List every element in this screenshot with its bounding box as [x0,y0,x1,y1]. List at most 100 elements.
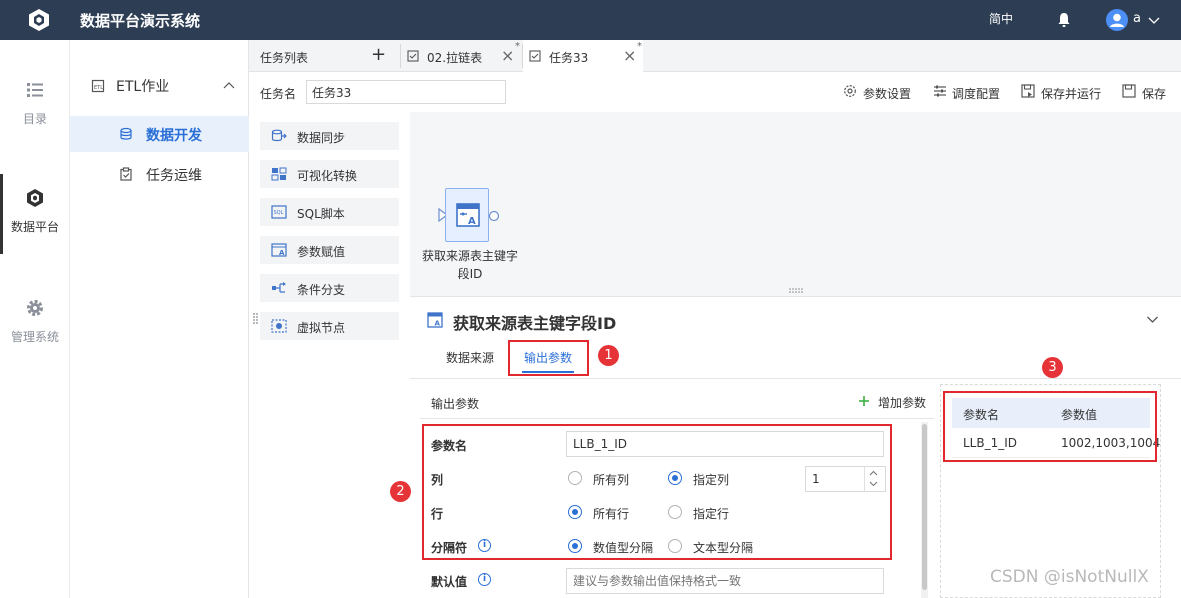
info-icon[interactable]: i [478,539,491,552]
info-icon[interactable]: i [478,573,491,586]
svg-text:SQL: SQL [274,210,284,216]
palette-label: 虚拟节点 [297,321,346,335]
svg-text:A: A [468,216,476,227]
radio-label: 文本型分隔 [693,541,754,555]
save-run-icon [1021,84,1035,98]
tab-data-source[interactable]: 数据来源 [446,349,494,366]
palette-data-sync[interactable]: 数据同步 [260,122,399,150]
column-number-stepper[interactable]: 1 [805,466,886,492]
sliders-icon [934,85,946,97]
default-value-label: 默认值 [431,575,468,589]
resize-handle-icon[interactable] [252,312,258,326]
sub-group-etl[interactable]: ETL ETL作业 [70,72,249,102]
scrollbar-thumb[interactable] [922,424,927,590]
nav-item-admin[interactable]: 管理系统 [0,298,70,345]
radio-dot [568,539,582,553]
tool-label: 参数设置 [863,87,912,101]
palette-param-assign[interactable]: A 参数赋值 [260,236,399,264]
tool-label: 保存 [1142,87,1167,101]
bell-icon[interactable] [1057,12,1071,28]
tool-label: 保存并运行 [1041,87,1102,101]
sub-item-label: 数据开发 [146,128,202,144]
add-param-label: 增加参数 [878,396,927,410]
sub-item-data-dev[interactable]: 数据开发 [70,116,249,152]
modified-marker: * [637,41,642,52]
param-assign-icon: A [456,203,480,227]
document-icon: ETL [91,79,105,93]
sub-item-task-ops[interactable]: 任务运维 [70,156,249,192]
output-port-icon[interactable] [488,210,500,222]
stepper-value: 1 [812,472,820,486]
node-palette: 数据同步 可视化转换 SQL SQL脚本 A 参数赋值 条件分支 虚拟节点 [249,112,410,598]
chevron-down-icon[interactable] [1146,313,1159,326]
add-tab-button[interactable]: + [371,44,386,65]
sub-group-label: ETL作业 [116,79,170,95]
nav-item-label: 管理系统 [10,330,59,344]
chevron-down-icon[interactable] [869,481,878,487]
param-name-label: 参数名 [431,439,468,453]
watermark: CSDN @isNotNullX [990,567,1149,587]
task-check-icon [529,50,541,62]
close-icon[interactable]: × [501,46,514,65]
divider [420,418,934,419]
tool-label: 调度配置 [952,87,1001,101]
param-assign-icon: A [427,312,443,328]
chevron-up-icon[interactable] [223,80,235,92]
default-value-input[interactable] [566,568,884,594]
avatar[interactable] [1106,9,1128,31]
chevron-up-icon[interactable] [869,470,878,476]
user-icon [1110,13,1124,27]
tab-lalianbiao[interactable]: 02.拉链表 × * [401,40,521,72]
palette-condition-branch[interactable]: 条件分支 [260,274,399,302]
radio-dot [668,505,682,519]
logo-icon [29,9,49,31]
palette-label: SQL脚本 [297,207,345,221]
svg-text:ETL: ETL [94,85,103,91]
highlight-box-1 [508,340,589,376]
param-name-input[interactable] [566,431,884,457]
task-name-label: 任务名 [260,87,297,101]
palette-virtual-node[interactable]: 虚拟节点 [260,312,399,340]
panel-resize-icon[interactable] [789,288,803,294]
tab-task33[interactable]: 任务33 × * [523,40,643,72]
radio-label: 指定列 [693,473,730,487]
user-name[interactable]: a [1133,11,1141,26]
flow-node-label: 获取来源表主键字段ID [421,249,518,281]
radio-dot [568,471,582,485]
virtual-node-icon [271,319,287,333]
palette-label: 条件分支 [297,283,346,297]
palette-sql-script[interactable]: SQL SQL脚本 [260,198,399,226]
sub-nav: ETL ETL作业 数据开发 任务运维 [70,40,249,598]
section-title: 输出参数 [431,397,480,411]
radio-label: 指定行 [693,507,730,521]
language-switch[interactable]: 简中 [989,10,1013,27]
close-icon[interactable]: × [623,46,636,65]
branch-icon [272,282,286,293]
flow-node[interactable]: A [445,188,489,242]
nav-item-label: 目录 [22,112,47,126]
annotation-badge-3: 3 [1042,357,1063,378]
radio-dot [568,505,582,519]
nav-item-catalog[interactable]: 目录 [0,80,70,127]
highlight-box-3 [943,391,1157,462]
stepper-divider [864,467,865,491]
radio-label: 所有行 [593,507,630,521]
annotation-badge-1: 1 [598,345,619,366]
visual-transform-icon [271,167,287,181]
palette-label: 数据同步 [297,131,346,145]
tab-label: 02.拉链表 [427,51,483,65]
task-name-input[interactable] [306,80,506,104]
param-assign-icon: A [271,243,287,257]
nav-item-data-platform[interactable]: 数据平台 [0,174,70,254]
tab-label: 任务列表 [260,51,309,65]
palette-visual-transform[interactable]: 可视化转换 [260,160,399,188]
tab-strip: 任务列表 + 02.拉链表 × * 任务33 × * [249,40,1181,72]
annotation-badge-2: 2 [390,481,411,502]
column-label: 列 [431,473,444,487]
database-icon [120,127,132,140]
data-sync-icon [271,129,287,142]
separator-label: 分隔符 [431,541,468,555]
palette-label: 参数赋值 [297,245,346,259]
chevron-down-icon[interactable] [1147,13,1161,27]
tab-task-list[interactable]: 任务列表 + [249,40,400,72]
